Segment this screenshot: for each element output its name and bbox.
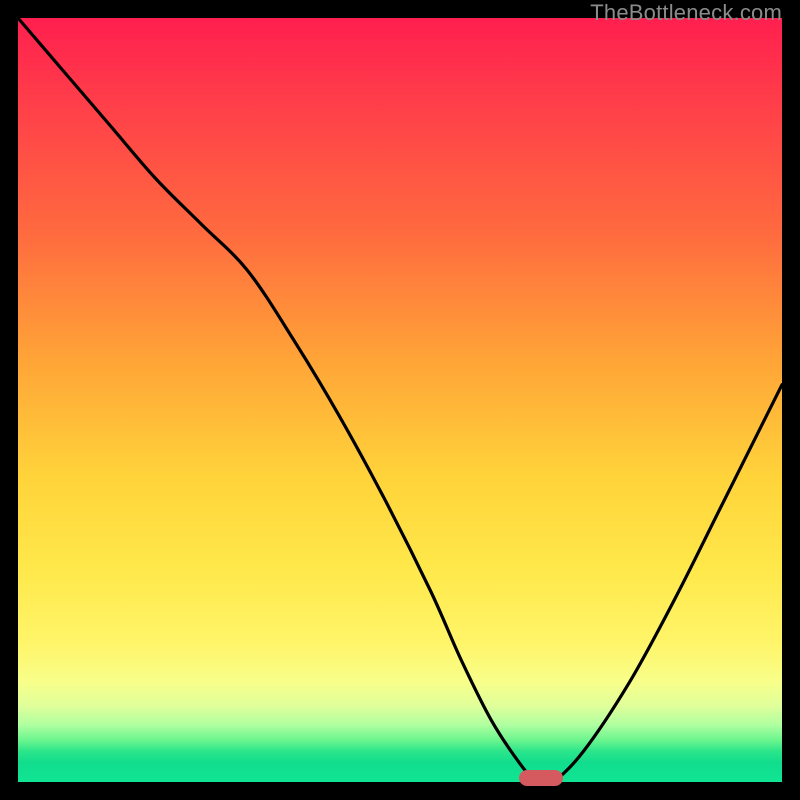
bottleneck-curve: [18, 18, 782, 782]
curve-path: [18, 18, 782, 785]
plot-area: [18, 18, 782, 782]
chart-frame: TheBottleneck.com: [0, 0, 800, 800]
attribution-label: TheBottleneck.com: [590, 0, 782, 26]
optimal-marker: [519, 770, 563, 786]
